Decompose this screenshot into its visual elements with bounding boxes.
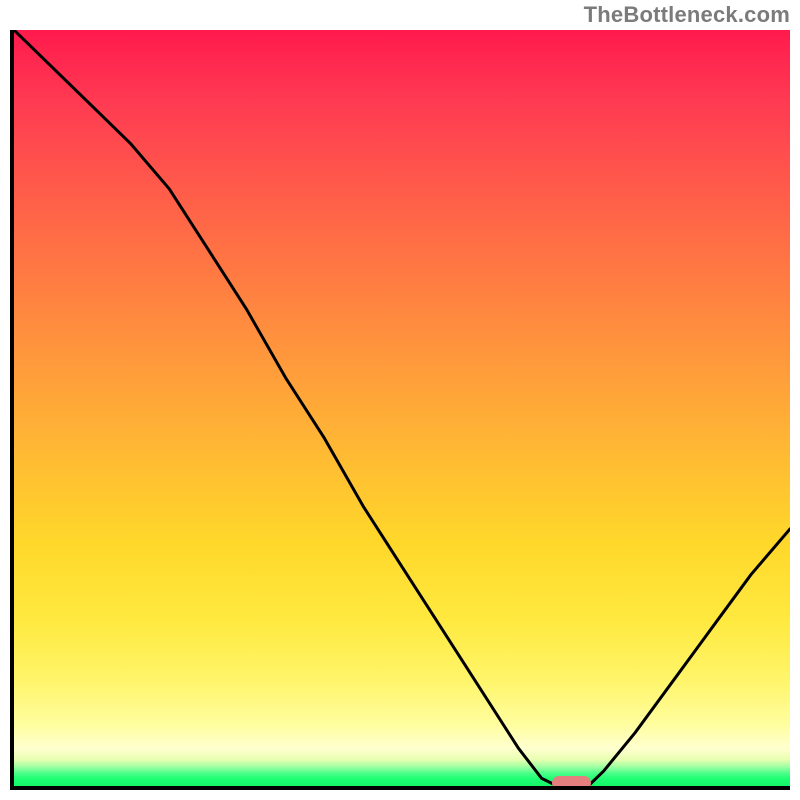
curve-path [14, 30, 790, 786]
plot-area [10, 30, 790, 790]
watermark-text: TheBottleneck.com [584, 2, 790, 28]
bottleneck-curve [14, 30, 790, 786]
optimal-range-marker [552, 776, 591, 790]
